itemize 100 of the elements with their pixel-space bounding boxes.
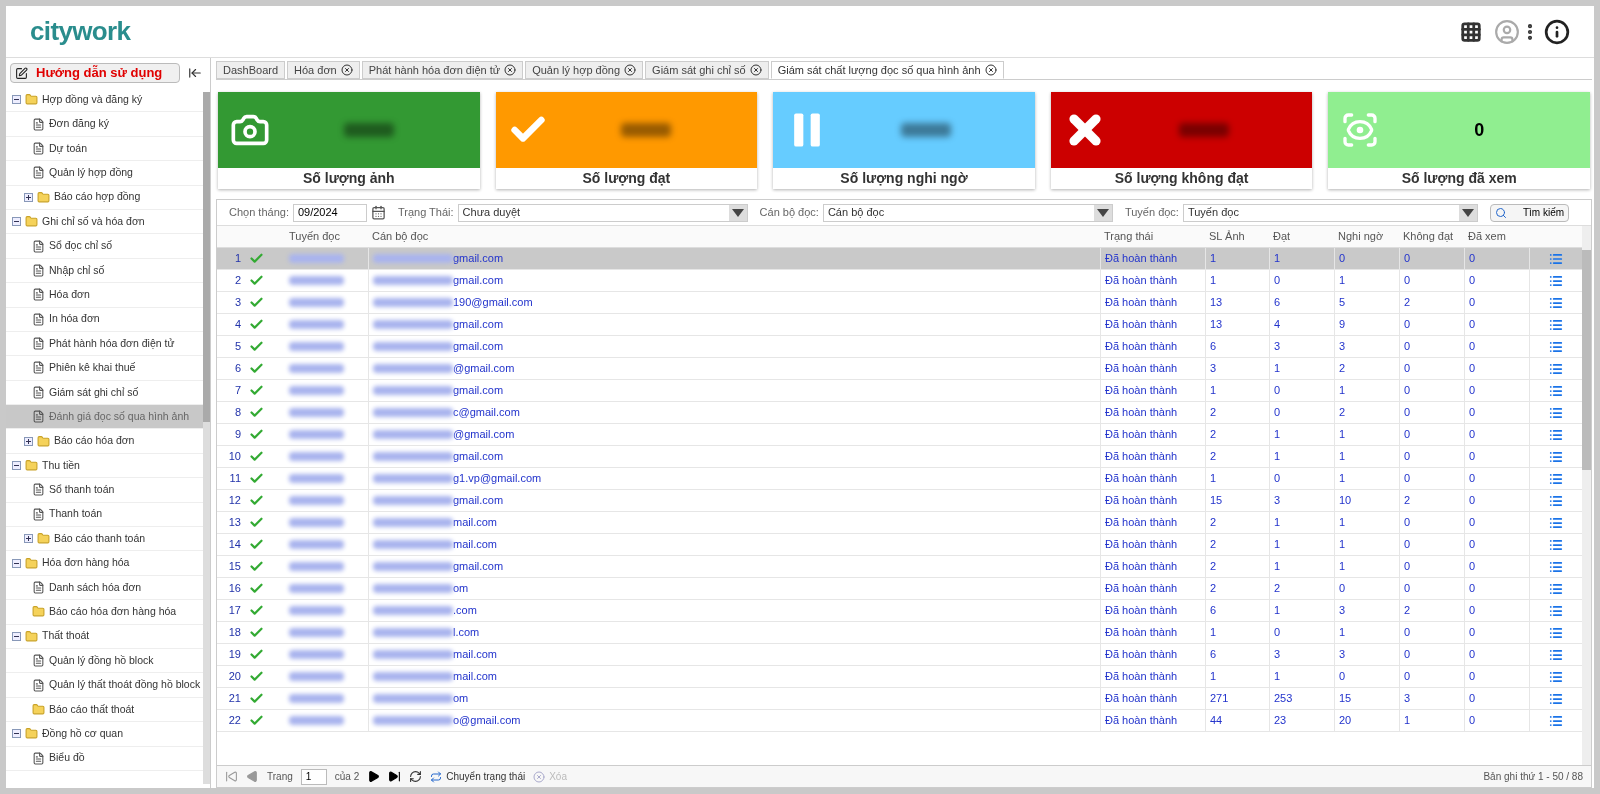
tree-item[interactable]: Phát hành hóa đơn điện tử <box>6 331 203 357</box>
collapse-icon[interactable] <box>12 217 21 227</box>
table-row[interactable]: 7 gmail.com Đã hoàn thành 1 0 1 0 0 <box>217 380 1582 402</box>
close-icon[interactable] <box>340 64 353 76</box>
collapse-icon[interactable] <box>12 631 21 641</box>
expand-icon[interactable] <box>24 534 33 544</box>
tab[interactable]: Quản lý hợp đồng <box>525 61 644 79</box>
tree-item[interactable]: Đồng hồ cơ quan <box>6 722 203 747</box>
apps-grid-icon[interactable] <box>1460 20 1482 43</box>
close-icon[interactable] <box>504 64 517 76</box>
first-page-icon[interactable] <box>225 770 238 783</box>
table-row[interactable]: 2 gmail.com Đã hoàn thành 1 0 1 0 0 <box>217 270 1582 292</box>
details-icon[interactable] <box>1549 295 1563 310</box>
table-row[interactable]: 20 mail.com Đã hoàn thành 1 1 0 0 0 <box>217 666 1582 688</box>
column-header[interactable]: Đạt <box>1269 228 1334 245</box>
dropdown-icon[interactable] <box>1093 204 1112 221</box>
tree-item[interactable]: Báo cáo thanh toán <box>6 527 203 552</box>
status-select[interactable]: Chưa duyệt <box>457 203 748 222</box>
details-icon[interactable] <box>1549 317 1563 332</box>
details-icon[interactable] <box>1549 691 1563 706</box>
tree-item[interactable]: Thu tiền <box>6 453 203 479</box>
search-button[interactable]: Tìm kiếm <box>1489 203 1570 222</box>
details-icon[interactable] <box>1549 559 1563 574</box>
table-row[interactable]: 14 mail.com Đã hoàn thành 2 1 1 0 0 <box>217 534 1582 556</box>
tree-item[interactable]: Thất thoát <box>6 624 203 649</box>
details-icon[interactable] <box>1549 625 1563 640</box>
details-icon[interactable] <box>1549 471 1563 486</box>
table-row[interactable]: 6 @gmail.com Đã hoàn thành 3 1 2 0 0 <box>217 358 1582 380</box>
info-icon[interactable] <box>1544 18 1570 45</box>
next-page-icon[interactable] <box>367 770 381 783</box>
tree-item[interactable]: Nhập chỉ số <box>6 258 203 284</box>
table-row[interactable]: 19 mail.com Đã hoàn thành 6 3 3 0 0 <box>217 644 1582 666</box>
details-icon[interactable] <box>1549 251 1563 266</box>
guide-button[interactable]: Hướng dẫn sử dụng <box>10 63 180 83</box>
column-header[interactable]: Không đạt <box>1399 228 1464 245</box>
scrollbar[interactable] <box>203 92 210 784</box>
details-icon[interactable] <box>1549 713 1563 728</box>
tree-item[interactable]: Biểu đồ <box>6 746 203 771</box>
table-row[interactable]: 12 gmail.com Đã hoàn thành 15 3 10 2 0 <box>217 490 1582 512</box>
collapse-icon[interactable] <box>12 95 21 105</box>
previous-page-icon[interactable] <box>246 770 259 783</box>
details-icon[interactable] <box>1549 515 1563 530</box>
tab[interactable]: Phát hành hóa đơn điện tử <box>361 61 524 79</box>
column-header[interactable]: Tuyến đọc <box>285 228 368 245</box>
dropdown-icon[interactable] <box>1458 204 1477 221</box>
table-row[interactable]: 11 g1.vp@gmail.com Đã hoàn thành 1 0 1 0 0 <box>217 468 1582 490</box>
table-row[interactable]: 4 gmail.com Đã hoàn thành 13 4 9 0 0 <box>217 314 1582 336</box>
last-page-icon[interactable] <box>388 770 402 783</box>
tab[interactable]: Giám sát chất lượng đọc số qua hình ảnh <box>770 61 1004 79</box>
details-icon[interactable] <box>1549 361 1563 376</box>
collapse-sidebar-icon[interactable] <box>188 66 202 80</box>
tree-item[interactable]: Báo cáo thất thoát <box>6 697 203 723</box>
details-icon[interactable] <box>1549 647 1563 662</box>
close-icon[interactable] <box>749 64 762 76</box>
table-row[interactable]: 9 @gmail.com Đã hoàn thành 2 1 1 0 0 <box>217 424 1582 446</box>
tree-item[interactable]: Báo cáo hóa đơn <box>6 429 203 454</box>
table-row[interactable]: 16 om Đã hoàn thành 2 2 0 0 0 <box>217 578 1582 600</box>
tree-item[interactable]: Ghi chỉ số và hóa đơn <box>6 209 203 235</box>
dropdown-icon[interactable] <box>728 204 747 221</box>
refresh-icon[interactable] <box>409 770 423 783</box>
details-icon[interactable] <box>1549 449 1563 464</box>
page-field[interactable]: 1 <box>300 768 327 785</box>
change-status-button[interactable]: Chuyển trạng thái <box>430 769 526 784</box>
tree-item[interactable]: Báo cáo hợp đồng <box>6 185 203 210</box>
month-field[interactable]: 09/2024 <box>292 203 367 222</box>
tree-item[interactable]: Đơn đăng ký <box>6 112 203 137</box>
close-icon[interactable] <box>624 64 637 76</box>
table-row[interactable]: 8 c@gmail.com Đã hoàn thành 2 0 2 0 0 <box>217 402 1582 424</box>
column-header[interactable]: Trạng thái <box>1100 228 1205 245</box>
details-icon[interactable] <box>1549 537 1563 552</box>
table-row[interactable]: 18 l.com Đã hoàn thành 1 0 1 0 0 <box>217 622 1582 644</box>
tree-item[interactable]: Sổ đọc chỉ số <box>6 234 203 259</box>
tree-item[interactable]: Sổ thanh toán <box>6 478 203 503</box>
details-icon[interactable] <box>1549 427 1563 442</box>
tab[interactable]: Hóa đơn <box>287 61 360 79</box>
details-icon[interactable] <box>1549 581 1563 596</box>
tree-item[interactable]: Hợp đồng và đăng ký <box>6 88 203 113</box>
table-row[interactable]: 17 .com Đã hoàn thành 6 1 3 2 0 <box>217 600 1582 622</box>
scrollbar[interactable] <box>1582 226 1591 765</box>
collapse-icon[interactable] <box>12 461 21 471</box>
details-icon[interactable] <box>1549 273 1563 288</box>
collapse-icon[interactable] <box>12 729 21 739</box>
tree-item[interactable]: Đánh giá đọc số qua hình ảnh <box>6 405 203 430</box>
tree-item[interactable]: Báo cáo hóa đơn hàng hóa <box>6 600 203 625</box>
column-header[interactable]: Cán bộ đọc <box>368 228 1100 245</box>
table-row[interactable]: 10 gmail.com Đã hoàn thành 2 1 1 0 0 <box>217 446 1582 468</box>
tree-item[interactable]: Thanh toán <box>6 502 203 528</box>
details-icon[interactable] <box>1549 339 1563 354</box>
tree-item[interactable]: Dự toán <box>6 136 203 162</box>
table-row[interactable]: 21 om Đã hoàn thành 271 253 15 3 0 <box>217 688 1582 710</box>
expand-icon[interactable] <box>24 436 33 446</box>
details-icon[interactable] <box>1549 669 1563 684</box>
tab[interactable]: Giám sát ghi chỉ số <box>645 61 769 79</box>
tree-item[interactable]: Quản lý đồng hồ block <box>6 649 203 674</box>
route-select[interactable]: Tuyến đọc <box>1182 203 1478 222</box>
details-icon[interactable] <box>1549 493 1563 508</box>
tree-item[interactable]: Quản lý hợp đồng <box>6 161 203 186</box>
column-header[interactable]: SL Ảnh <box>1205 228 1269 245</box>
column-header[interactable]: Đã xem <box>1464 228 1529 245</box>
table-row[interactable]: 13 mail.com Đã hoàn thành 2 1 1 0 0 <box>217 512 1582 534</box>
